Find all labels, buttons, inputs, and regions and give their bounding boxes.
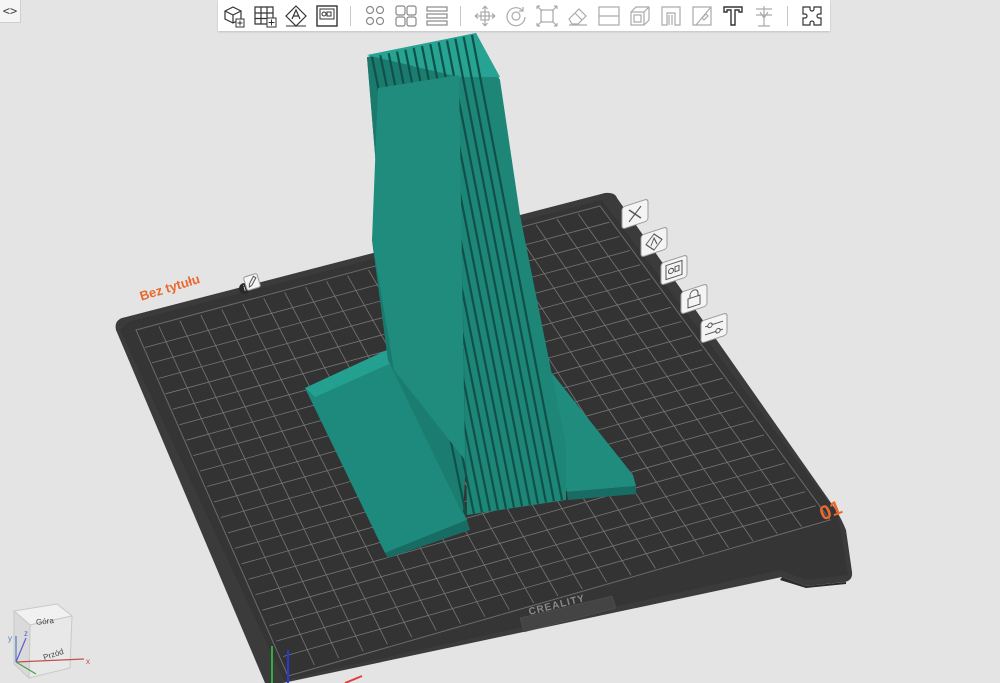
split-plates-icon[interactable] — [392, 2, 420, 30]
auto-arrange-icon[interactable] — [282, 2, 310, 30]
puzzle-icon[interactable] — [798, 2, 826, 30]
plate-layout-icon[interactable] — [313, 2, 341, 30]
move-icon[interactable] — [471, 2, 499, 30]
dot-grid-icon[interactable] — [361, 2, 389, 30]
add-object-icon[interactable] — [220, 2, 248, 30]
collapse-panel-button[interactable]: <> — [0, 0, 21, 23]
axis-x-label: x — [86, 657, 90, 666]
top-toolbar — [218, 0, 830, 31]
axis-y-label: y — [8, 634, 12, 643]
cut-icon[interactable] — [595, 2, 623, 30]
layers-icon[interactable] — [423, 2, 451, 30]
axis-z-label: z — [24, 629, 28, 638]
scale-icon[interactable] — [533, 2, 561, 30]
toolbar-separator — [460, 5, 461, 26]
view-cube-top-label[interactable]: Góra — [36, 616, 55, 627]
3d-viewport[interactable] — [0, 0, 1000, 683]
toolbar-separator — [787, 5, 788, 26]
seam-icon[interactable] — [688, 2, 716, 30]
rotate-icon[interactable] — [502, 2, 530, 30]
erase-icon[interactable] — [564, 2, 592, 30]
support-icon[interactable] — [657, 2, 685, 30]
measure-icon[interactable] — [750, 2, 778, 30]
toolbar-separator — [350, 5, 351, 26]
text-icon[interactable] — [719, 2, 747, 30]
mirror-icon[interactable] — [626, 2, 654, 30]
view-cube[interactable] — [0, 598, 100, 683]
add-plate-icon[interactable] — [251, 2, 279, 30]
